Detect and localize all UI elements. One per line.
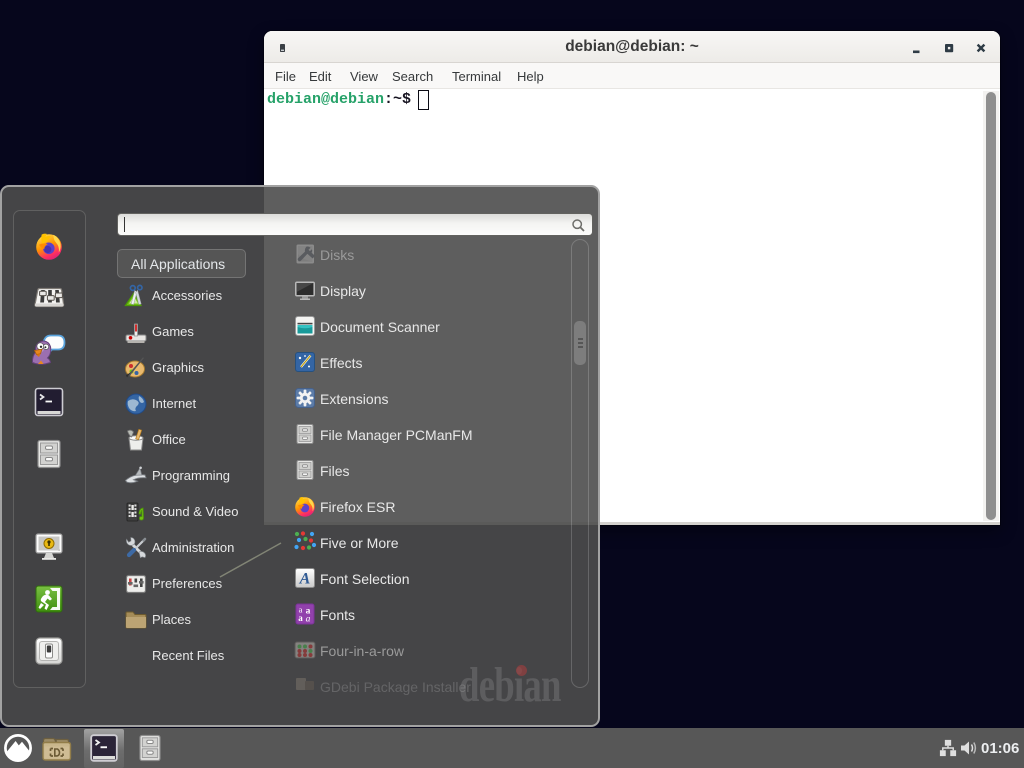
svg-text:a: a (306, 615, 311, 625)
svg-text:A: A (299, 571, 311, 588)
svg-text:a: a (298, 613, 303, 623)
